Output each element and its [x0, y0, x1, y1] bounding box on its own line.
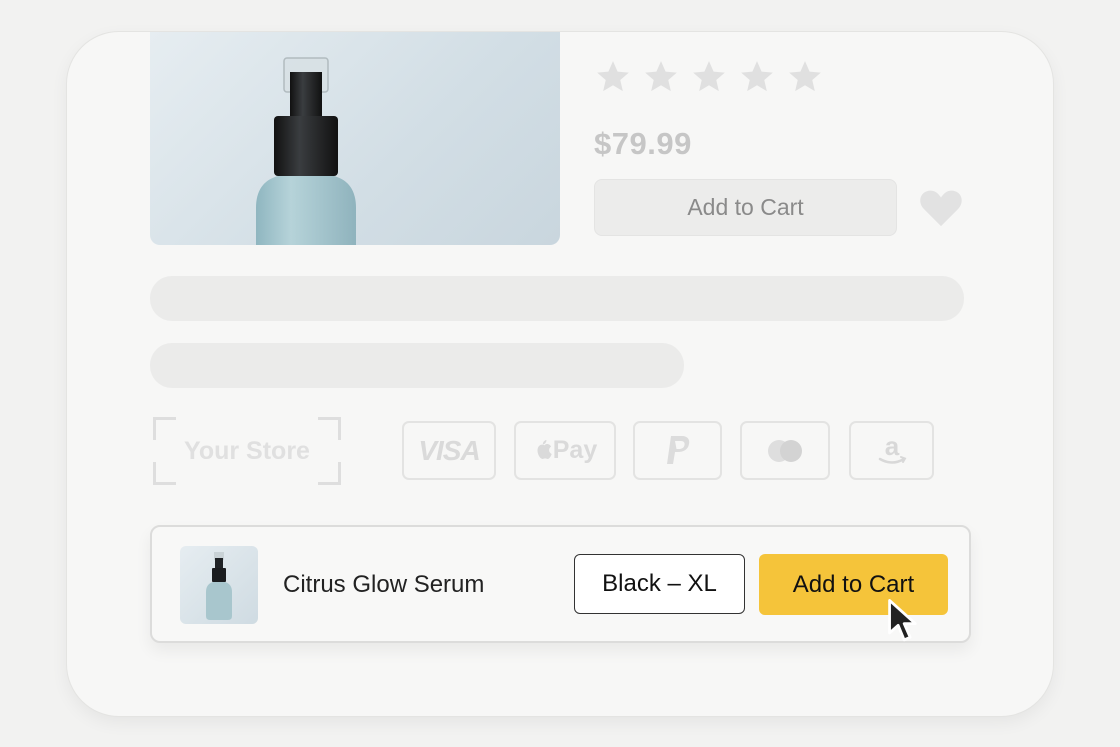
- product-name: Citrus Glow Serum: [283, 571, 485, 598]
- star-icon: [789, 61, 821, 92]
- serum-bottle-image: [256, 57, 356, 245]
- product-image: [150, 32, 560, 245]
- amazon-pay-badge: a: [849, 421, 934, 480]
- paypal-icon: [666, 435, 689, 464]
- description-placeholder-line: [150, 343, 684, 388]
- amazon-icon: a: [878, 433, 906, 464]
- mastercard-icon: [768, 439, 802, 462]
- store-logo-text: Your Store: [184, 437, 310, 465]
- store-logo: Your Store: [153, 417, 341, 485]
- svg-text:a: a: [884, 433, 899, 461]
- serum-bottle-thumbnail-image: [206, 552, 232, 620]
- rating-stars: [594, 58, 824, 96]
- sticky-add-to-cart-bar: Citrus Glow Serum Black – XL Add to Cart: [150, 525, 971, 643]
- star-icon: [597, 61, 629, 92]
- star-icon: [741, 61, 773, 92]
- star-icon: [693, 61, 725, 92]
- product-thumbnail: [180, 546, 258, 624]
- description-placeholder-line: [150, 276, 964, 321]
- paypal-badge: [633, 421, 722, 480]
- variant-selector[interactable]: Black – XL: [574, 554, 745, 614]
- visa-payment-badge: VISA: [402, 421, 496, 480]
- heart-icon[interactable]: [918, 186, 964, 228]
- star-icon: [645, 61, 677, 92]
- mouse-pointer-icon: [888, 599, 917, 642]
- product-price: $79.99: [594, 126, 692, 161]
- apple-icon: [537, 439, 552, 459]
- mastercard-badge: [740, 421, 830, 480]
- add-to-cart-button[interactable]: Add to Cart: [594, 179, 897, 236]
- apple-pay-label: Pay: [552, 436, 598, 464]
- apple-pay-badge: Pay: [514, 421, 616, 480]
- visa-label: VISA: [418, 434, 480, 466]
